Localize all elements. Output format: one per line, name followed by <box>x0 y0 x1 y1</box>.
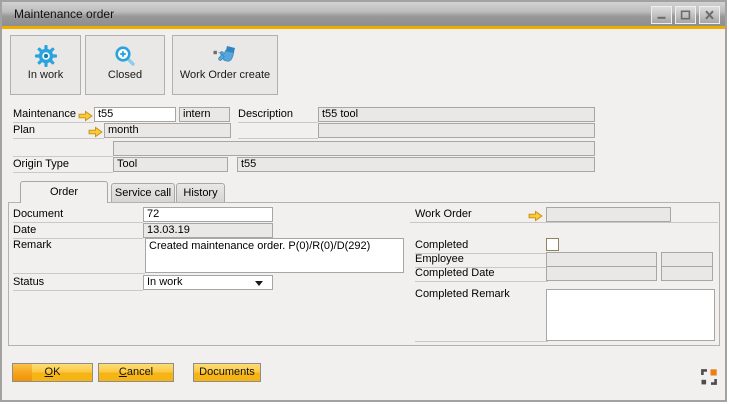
plan-link-arrow-icon[interactable] <box>88 125 103 137</box>
dropdown-arrow-icon <box>255 281 263 286</box>
remark-label: Remark <box>13 238 145 274</box>
in-work-button[interactable]: In work <box>10 35 81 95</box>
work-order-field <box>546 207 671 222</box>
ok-button[interactable]: OK <box>12 363 93 382</box>
close-button[interactable] <box>699 6 720 24</box>
ok-button-label: OK <box>13 364 92 381</box>
completed-remark-label: Completed Remark <box>415 287 548 342</box>
document-input[interactable]: 72 <box>143 207 273 222</box>
tab-history[interactable]: History <box>176 183 225 202</box>
description-label: Description <box>238 107 318 123</box>
closed-button-label: Closed <box>108 69 142 81</box>
row-separator <box>410 222 718 223</box>
description-field: t55 tool <box>318 107 595 122</box>
documents-button[interactable]: Documents <box>193 363 261 382</box>
origin-name-field: t55 <box>237 157 595 172</box>
maintenance-input[interactable]: t55 <box>94 107 176 122</box>
plan-extra-field <box>318 123 595 138</box>
close-icon <box>704 10 715 20</box>
date-label: Date <box>13 223 143 239</box>
accent-bar <box>2 26 725 29</box>
maximize-icon <box>680 10 691 20</box>
label-underline <box>238 123 318 139</box>
screen: Maintenance order <box>0 0 729 404</box>
hand-pointer-icon <box>212 42 238 69</box>
origin-type-field: Tool <box>113 157 228 172</box>
zoom-in-icon <box>113 42 137 69</box>
work-order-create-button[interactable]: Work Order create <box>172 35 278 95</box>
origin-type-label: Origin Type <box>13 157 113 173</box>
work-order-create-button-label: Work Order create <box>180 69 270 81</box>
tab-order[interactable]: Order <box>20 181 108 203</box>
completed-date-label: Completed Date <box>415 266 548 282</box>
minimize-icon <box>656 10 667 20</box>
maximize-button[interactable] <box>675 6 696 24</box>
date-field: 13.03.19 <box>143 223 273 238</box>
employee-field <box>546 252 657 267</box>
maintenance-link-arrow-icon[interactable] <box>78 109 93 121</box>
plan-field: month <box>104 123 231 138</box>
status-label: Status <box>13 275 143 291</box>
completed-remark-textarea[interactable] <box>546 289 715 341</box>
completed-date-field <box>546 266 657 281</box>
maintenance-order-window: Maintenance order <box>0 0 727 402</box>
cancel-button[interactable]: Cancel <box>98 363 174 382</box>
document-label: Document <box>13 207 143 223</box>
work-order-link-arrow-icon[interactable] <box>528 209 543 221</box>
in-work-button-label: In work <box>28 69 63 81</box>
gear-icon <box>34 42 58 69</box>
window-title: Maintenance order <box>14 2 114 26</box>
employee-extra-field <box>661 252 713 267</box>
closed-button[interactable]: Closed <box>85 35 165 95</box>
work-order-label: Work Order <box>415 207 530 223</box>
minimize-button[interactable] <box>651 6 672 24</box>
window-controls <box>651 6 720 24</box>
completed-date-extra-field <box>661 266 713 281</box>
tab-service-call[interactable]: Service call <box>111 183 175 202</box>
spare-field <box>113 141 595 156</box>
maintenance-type-field: intern <box>179 107 230 122</box>
cancel-button-label: Cancel <box>99 364 173 381</box>
window-titlebar[interactable]: Maintenance order <box>2 2 725 26</box>
label-underline <box>13 141 113 157</box>
resize-grip-icon[interactable] <box>701 369 717 385</box>
status-dropdown[interactable]: In work <box>143 275 273 290</box>
documents-button-label: Documents <box>194 364 260 381</box>
completed-checkbox[interactable] <box>546 238 559 251</box>
remark-textarea[interactable]: Created maintenance order. P(0)/R(0)/D(2… <box>145 238 404 273</box>
status-dropdown-value: In work <box>147 276 269 289</box>
